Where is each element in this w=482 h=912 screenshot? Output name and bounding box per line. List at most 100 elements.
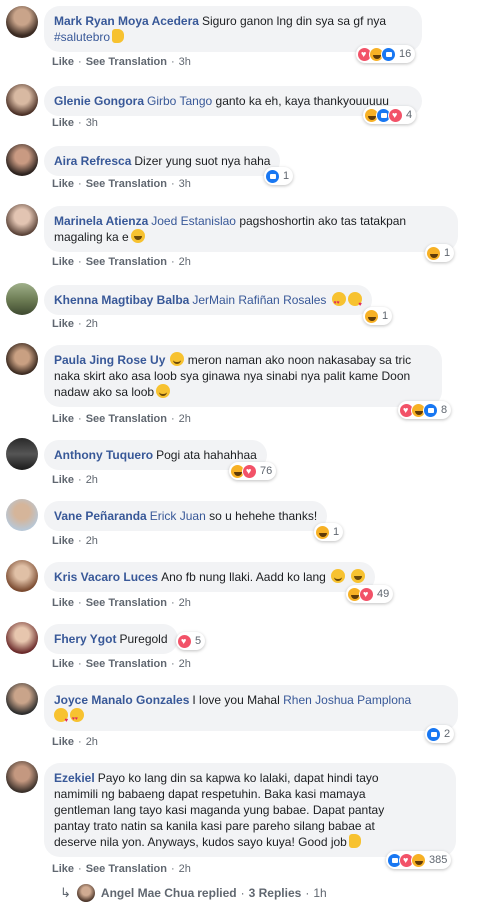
mention[interactable]: Joed Estanislao — [151, 214, 236, 228]
haha-reaction-icon — [426, 245, 441, 261]
comment-actions: Like · 2h — [52, 735, 98, 749]
avatar[interactable] — [6, 499, 38, 531]
like-reaction-icon — [423, 402, 438, 418]
comment-author[interactable]: Paula Jing Rose Uy — [54, 353, 165, 367]
comment-author[interactable]: Kris Vacaro Luces — [54, 570, 158, 584]
like-link[interactable]: Like — [52, 863, 74, 875]
timestamp[interactable]: 2h — [86, 535, 98, 547]
comment-author[interactable]: Ezekiel — [54, 771, 95, 785]
mention[interactable]: Rhen Joshua Pamplona — [283, 693, 411, 707]
mention[interactable]: Erick Juan — [150, 509, 206, 523]
avatar[interactable] — [6, 683, 38, 715]
reaction-summary[interactable]: 5 — [176, 632, 206, 650]
comment-bubble: Paula Jing Rose Uy meron naman ako noon … — [44, 345, 442, 407]
comment-text: Puregold — [119, 632, 168, 646]
like-link[interactable]: Like — [52, 56, 74, 68]
avatar[interactable] — [6, 144, 38, 176]
reaction-summary[interactable]: 16 — [356, 45, 416, 63]
timestamp[interactable]: 2h — [179, 413, 191, 425]
comment-author[interactable]: Anthony Tuquero — [54, 448, 153, 462]
reply-author: Angel Mae Chua — [100, 886, 195, 900]
thumbs-up-emoji-icon — [348, 834, 361, 848]
avatar[interactable] — [6, 204, 38, 236]
like-link[interactable]: Like — [52, 256, 74, 268]
reaction-summary[interactable]: 8 — [398, 401, 452, 419]
avatar[interactable] — [6, 560, 38, 592]
separator: · — [78, 413, 82, 425]
timestamp[interactable]: 2h — [86, 318, 98, 330]
hashtag[interactable]: #salutebro — [54, 30, 110, 44]
see-translation-link[interactable]: See Translation — [86, 863, 167, 875]
kiss-emoji-icon — [54, 708, 68, 729]
timestamp[interactable]: 3h — [179, 178, 191, 190]
avatar[interactable] — [6, 761, 38, 793]
avatar[interactable] — [6, 343, 38, 375]
comment-bubble: Aira Refresca Dizer yung suot nya haha — [44, 146, 281, 176]
like-link[interactable]: Like — [52, 736, 74, 748]
separator: · — [171, 413, 175, 425]
grin-emoji-icon — [130, 229, 145, 243]
comment-author[interactable]: Mark Ryan Moya Acedera — [54, 14, 199, 28]
like-link[interactable]: Like — [52, 413, 74, 425]
separator: · — [171, 178, 175, 190]
comment-author[interactable]: Glenie Gongora — [54, 94, 144, 108]
separator: · — [171, 658, 175, 670]
like-link[interactable]: Like — [52, 658, 74, 670]
mention[interactable]: Girbo Tango — [147, 94, 212, 108]
comment-author[interactable]: Fhery Ygot — [54, 632, 116, 646]
avatar[interactable] — [6, 622, 38, 654]
see-translation-link[interactable]: See Translation — [86, 256, 167, 268]
like-link[interactable]: Like — [52, 318, 74, 330]
comment-author[interactable]: Joyce Manalo Gonzales — [54, 693, 189, 707]
comment-actions: Like · 3h — [52, 116, 98, 130]
comment-text-line: magaling ka e — [54, 230, 129, 244]
reaction-summary[interactable]: 76 — [229, 462, 277, 480]
timestamp[interactable]: 2h — [179, 597, 191, 609]
comment-actions: Like · 2h — [52, 534, 98, 548]
like-link[interactable]: Like — [52, 178, 74, 190]
reaction-summary[interactable]: 1 — [363, 307, 393, 325]
comment-author[interactable]: Aira Refresca — [54, 154, 131, 168]
avatar[interactable] — [6, 84, 38, 116]
mention[interactable]: JerMain Rafiñan Rosales — [192, 293, 326, 307]
comment-author[interactable]: Vane Peñaranda — [54, 509, 147, 523]
comment-text-line: naka skirt ako asa loob sya ginawa nya s… — [54, 369, 411, 383]
avatar[interactable] — [6, 438, 38, 470]
comment-author[interactable]: Khenna Magtibay Balba — [54, 293, 189, 307]
reply-time: 1h — [313, 886, 327, 900]
like-link[interactable]: Like — [52, 597, 74, 609]
haha-reaction-icon — [364, 308, 379, 324]
see-translation-link[interactable]: See Translation — [86, 56, 167, 68]
like-link[interactable]: Like — [52, 535, 74, 547]
see-translation-link[interactable]: See Translation — [86, 178, 167, 190]
comment-text-line: deserve nila yon. Anyways, kudos sayo ku… — [54, 835, 347, 849]
reaction-summary[interactable]: 1 — [425, 244, 455, 262]
see-translation-link[interactable]: See Translation — [86, 413, 167, 425]
smiling-hearts-emoji-icon — [70, 708, 84, 727]
timestamp[interactable]: 3h — [86, 117, 98, 129]
reaction-summary[interactable]: 1 — [314, 523, 344, 541]
see-translation-link[interactable]: See Translation — [86, 597, 167, 609]
comment-text: Pogi ata hahahhaa — [156, 448, 257, 462]
like-link[interactable]: Like — [52, 474, 74, 486]
timestamp[interactable]: 2h — [179, 256, 191, 268]
timestamp[interactable]: 2h — [179, 658, 191, 670]
reaction-summary[interactable]: 4 — [363, 106, 417, 124]
reaction-summary[interactable]: 385 — [386, 851, 452, 869]
reaction-summary[interactable]: 1 — [264, 167, 294, 185]
reaction-summary[interactable]: 2 — [425, 725, 455, 743]
comment-bubble: Marinela Atienza Joed Estanislao pagshosh… — [44, 206, 458, 252]
timestamp[interactable]: 2h — [179, 863, 191, 875]
reply-count: 3 Replies — [248, 886, 302, 900]
reaction-summary[interactable]: 49 — [346, 585, 394, 603]
reaction-count: 8 — [441, 404, 448, 416]
see-translation-link[interactable]: See Translation — [86, 658, 167, 670]
view-replies-link[interactable]: ↳ Angel Mae Chua replied · 3 Replies · 1… — [60, 884, 327, 902]
timestamp[interactable]: 2h — [86, 474, 98, 486]
avatar[interactable] — [6, 6, 38, 38]
timestamp[interactable]: 2h — [86, 736, 98, 748]
timestamp[interactable]: 3h — [179, 56, 191, 68]
avatar[interactable] — [6, 283, 38, 315]
like-link[interactable]: Like — [52, 117, 74, 129]
comment-author[interactable]: Marinela Atienza — [54, 214, 148, 228]
